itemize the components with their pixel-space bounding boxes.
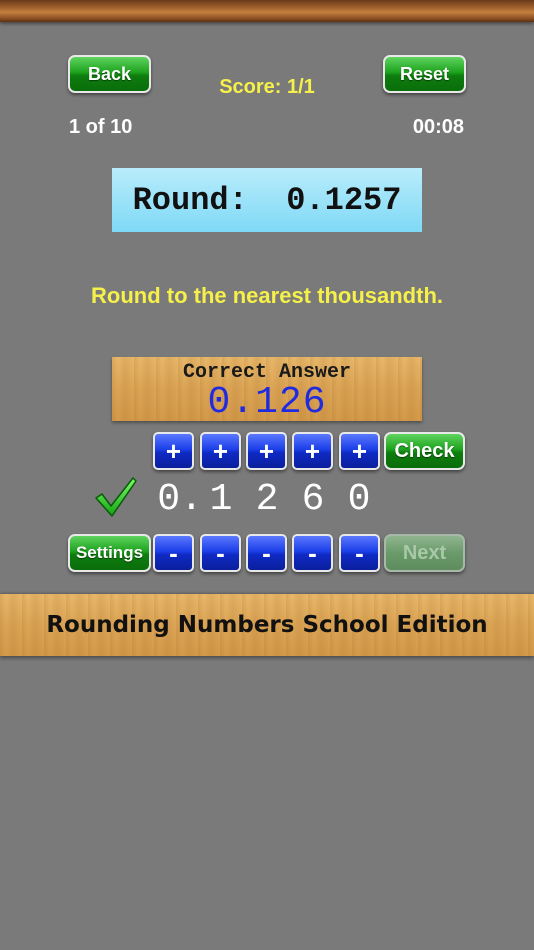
- problem-display: Round: 0.1257: [112, 168, 422, 232]
- increment-digit-4-button[interactable]: +: [292, 432, 333, 470]
- reset-button[interactable]: Reset: [383, 55, 466, 93]
- check-button[interactable]: Check: [384, 432, 465, 470]
- increment-digit-1-button[interactable]: +: [153, 432, 194, 470]
- decrement-digit-3-button[interactable]: -: [246, 534, 287, 572]
- correct-answer-value: 0.126: [207, 381, 327, 424]
- app-title: Rounding Numbers School Edition: [46, 612, 488, 638]
- instruction-text: Round to the nearest thousandth.: [91, 283, 443, 308]
- checkmark-icon: [95, 477, 137, 517]
- settings-button[interactable]: Settings: [68, 534, 151, 572]
- next-button[interactable]: Next: [384, 534, 465, 572]
- answer-digit-5: 0: [347, 478, 371, 521]
- increment-digit-5-button[interactable]: +: [339, 432, 380, 470]
- timer: 00:08: [412, 116, 464, 138]
- answer-digit-2: 1: [209, 478, 233, 521]
- question-counter: 1 of 10: [69, 116, 133, 138]
- correct-answer-panel: Correct Answer 0.126: [112, 357, 422, 424]
- increment-digit-3-button[interactable]: +: [246, 432, 287, 470]
- decrement-digit-4-button[interactable]: -: [292, 534, 333, 572]
- answer-digit-4: 6: [301, 478, 325, 521]
- back-button[interactable]: Back: [68, 55, 151, 93]
- answer-digit-3: 2: [255, 478, 279, 521]
- score-label: Score: 1/1: [219, 76, 315, 98]
- increment-digit-2-button[interactable]: +: [200, 432, 241, 470]
- app-title-banner: Rounding Numbers School Edition: [0, 594, 534, 656]
- top-wood-bar: [0, 0, 534, 22]
- decrement-digit-1-button[interactable]: -: [153, 534, 194, 572]
- decrement-digit-5-button[interactable]: -: [339, 534, 380, 572]
- decrement-digit-2-button[interactable]: -: [200, 534, 241, 572]
